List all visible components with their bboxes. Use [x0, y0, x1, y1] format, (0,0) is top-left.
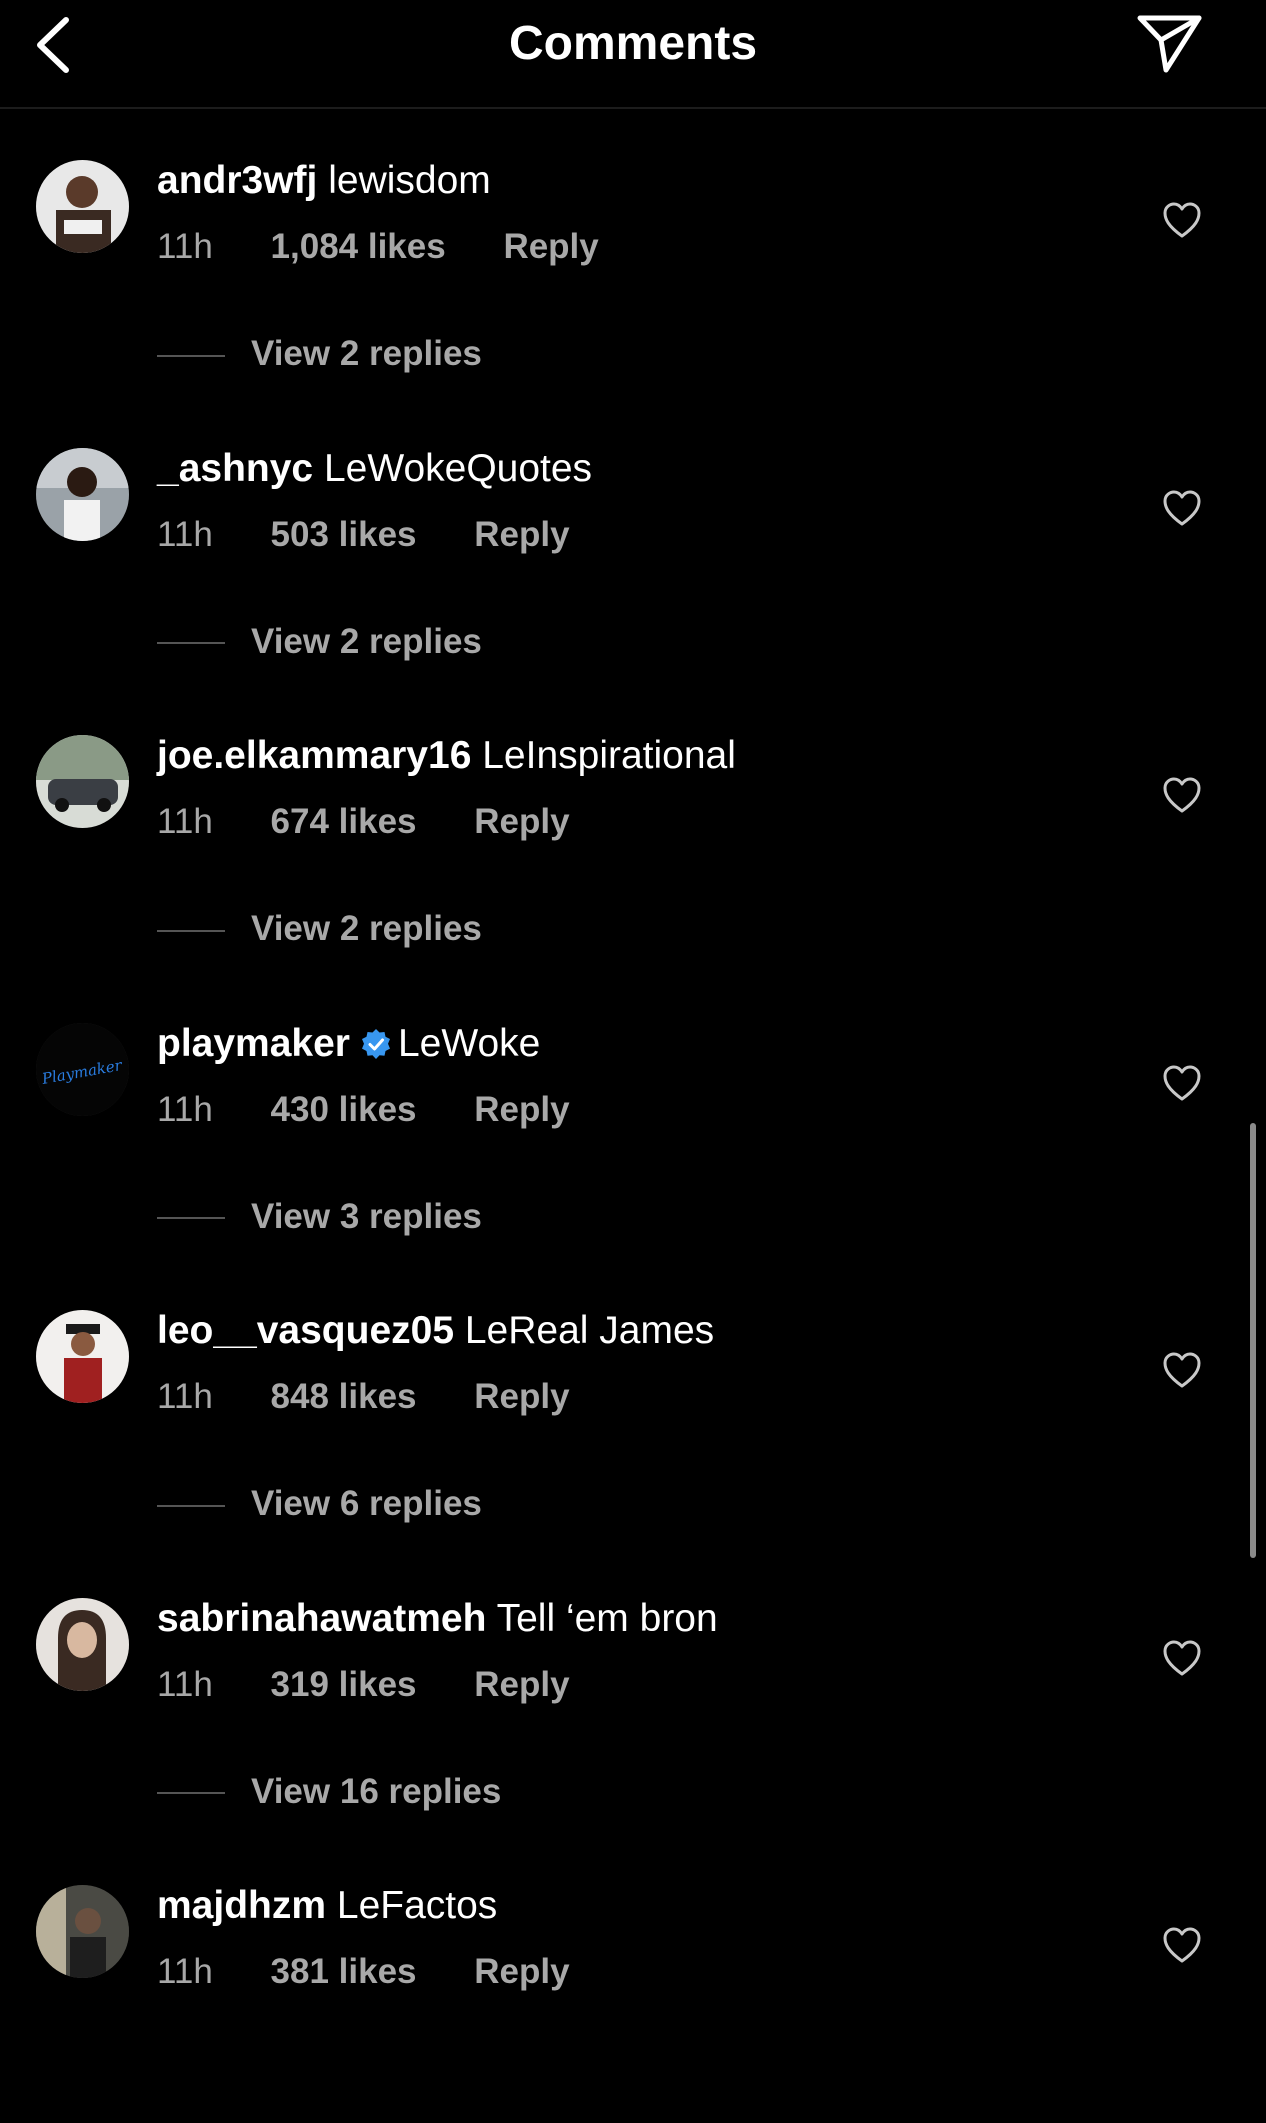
avatar[interactable]: Playmaker [36, 1022, 129, 1116]
view-replies-button[interactable]: View 2 replies [157, 332, 482, 376]
comment-username[interactable]: joe.elkammary16 [157, 734, 471, 777]
comment-username[interactable]: leo__vasquez05 [157, 1309, 454, 1352]
view-replies-label: View 16 replies [251, 1771, 502, 1811]
comment-username[interactable]: sabrinahawatmeh [157, 1597, 486, 1640]
heart-icon[interactable] [1162, 1640, 1202, 1678]
comment-text: LeReal James [464, 1309, 715, 1352]
comment-item: leo__vasquez05 LeReal James 11h 848 like… [0, 1260, 1266, 1548]
avatar[interactable] [36, 1310, 129, 1403]
paper-plane-icon[interactable] [1135, 12, 1205, 76]
replies-divider [157, 354, 225, 357]
comment-time: 11h [157, 1089, 213, 1129]
reply-button[interactable]: Reply [474, 1375, 569, 1419]
comment-text: lewisdom [328, 159, 491, 202]
comment-likes[interactable]: 848 likes [271, 1375, 417, 1419]
verified-badge-icon [360, 1023, 392, 1059]
avatar[interactable] [36, 447, 129, 541]
view-replies-button[interactable]: View 3 replies [157, 1195, 482, 1239]
view-replies-label: View 3 replies [251, 1196, 482, 1236]
view-replies-button[interactable]: View 2 replies [157, 620, 482, 664]
view-replies-label: View 2 replies [251, 334, 482, 373]
reply-button[interactable]: Reply [474, 1088, 569, 1132]
comment-time: 11h [157, 1664, 213, 1704]
reply-button[interactable]: Reply [474, 513, 569, 557]
view-replies-button[interactable]: View 6 replies [157, 1482, 482, 1526]
comment-item: joe.elkammary16 LeInspirational 11h 674 … [0, 685, 1266, 973]
heart-icon[interactable] [1162, 1065, 1202, 1103]
heart-icon[interactable] [1162, 202, 1202, 240]
view-replies-label: View 6 replies [251, 1484, 482, 1523]
comment-text: LeInspirational [482, 734, 736, 777]
heart-icon[interactable] [1162, 490, 1202, 528]
comment-item: Playmaker playmaker LeWoke 11h 430 likes … [0, 973, 1266, 1261]
view-replies-button[interactable]: View 16 replies [157, 1770, 501, 1814]
comment-text: LeWoke [397, 1021, 541, 1065]
heart-icon[interactable] [1162, 1927, 1202, 1965]
comment-likes[interactable]: 319 likes [271, 1663, 417, 1707]
page-title: Comments [508, 17, 758, 70]
comment-list: andr3wfj lewisdom 11h 1,084 likes Reply … [0, 110, 1266, 2123]
comment-likes[interactable]: 381 likes [271, 1950, 417, 1994]
replies-divider [157, 1792, 225, 1795]
avatar[interactable] [36, 160, 129, 253]
comment-text: LeWokeQuotes [323, 446, 593, 490]
reply-button[interactable]: Reply [474, 1663, 569, 1707]
comments-header: Comments [0, 0, 1266, 109]
comment-item: sabrinahawatmeh Tell ‘em bron 11h 319 li… [0, 1548, 1266, 1836]
comment-item: _ashnyc LeWokeQuotes 11h 503 likes Reply… [0, 398, 1266, 686]
reply-button[interactable]: Reply [474, 800, 569, 844]
comment-text: Tell ‘em bron [496, 1596, 718, 1640]
reply-button[interactable]: Reply [503, 225, 598, 269]
scrollbar[interactable] [1250, 1123, 1256, 1558]
heart-icon[interactable] [1162, 1352, 1202, 1390]
comment-time: 11h [157, 1952, 213, 1991]
comment-item: andr3wfj lewisdom 11h 1,084 likes Reply … [0, 110, 1266, 398]
avatar[interactable] [36, 1885, 129, 1978]
comment-username[interactable]: playmaker [157, 1022, 350, 1065]
view-replies-button[interactable]: View 2 replies [157, 907, 482, 951]
reply-button[interactable]: Reply [474, 1950, 569, 1994]
replies-divider [157, 929, 225, 932]
comment-username[interactable]: _ashnyc [157, 447, 313, 490]
comment-likes[interactable]: 503 likes [271, 513, 417, 557]
comment-username[interactable]: majdhzm [157, 1884, 326, 1927]
comment-time: 11h [157, 514, 213, 554]
comment-username[interactable]: andr3wfj [157, 159, 317, 202]
replies-divider [157, 1504, 225, 1507]
comment-item: majdhzm LeFactos 11h 381 likes Reply [0, 1835, 1266, 2123]
replies-divider [157, 1217, 225, 1220]
view-replies-label: View 2 replies [251, 621, 482, 661]
avatar[interactable] [36, 1597, 129, 1691]
comment-time: 11h [157, 1377, 213, 1416]
heart-icon[interactable] [1162, 777, 1202, 815]
comment-time: 11h [157, 227, 213, 266]
comment-likes[interactable]: 674 likes [271, 800, 417, 844]
avatar[interactable] [36, 735, 129, 828]
comment-text: LeFactos [336, 1884, 498, 1927]
view-replies-label: View 2 replies [251, 909, 482, 948]
comment-likes[interactable]: 1,084 likes [271, 225, 446, 269]
comment-time: 11h [157, 802, 213, 841]
comment-likes[interactable]: 430 likes [271, 1088, 417, 1132]
replies-divider [157, 642, 225, 645]
